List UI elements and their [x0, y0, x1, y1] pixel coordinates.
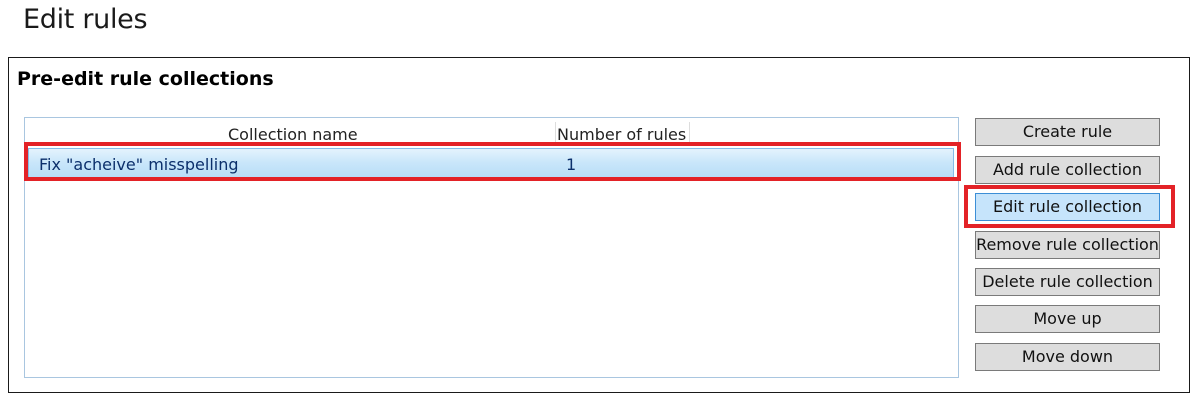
column-header-collection-name[interactable]: Collection name	[228, 125, 358, 144]
create-rule-button[interactable]: Create rule	[975, 118, 1160, 146]
move-down-button[interactable]: Move down	[975, 343, 1160, 371]
move-up-button[interactable]: Move up	[975, 305, 1160, 333]
edit-rule-collection-button[interactable]: Edit rule collection	[975, 193, 1160, 221]
rule-count-cell: 1	[566, 155, 577, 174]
page-title: Edit rules	[23, 4, 148, 35]
rule-collections-list[interactable]: Collection name Number of rules Fix "ach…	[24, 117, 959, 378]
section-title: Pre-edit rule collections	[17, 68, 274, 90]
delete-rule-collection-button[interactable]: Delete rule collection	[975, 268, 1160, 296]
collection-name-cell: Fix "acheive" misspelling	[39, 155, 239, 174]
remove-rule-collection-button[interactable]: Remove rule collection	[975, 231, 1160, 259]
add-rule-collection-button[interactable]: Add rule collection	[975, 156, 1160, 184]
list-header: Collection name Number of rules	[25, 118, 958, 145]
column-divider[interactable]	[689, 122, 690, 144]
column-divider[interactable]	[555, 122, 556, 144]
table-row[interactable]: Fix "acheive" misspelling 1	[28, 148, 954, 180]
column-header-number-of-rules[interactable]: Number of rules	[557, 125, 686, 144]
